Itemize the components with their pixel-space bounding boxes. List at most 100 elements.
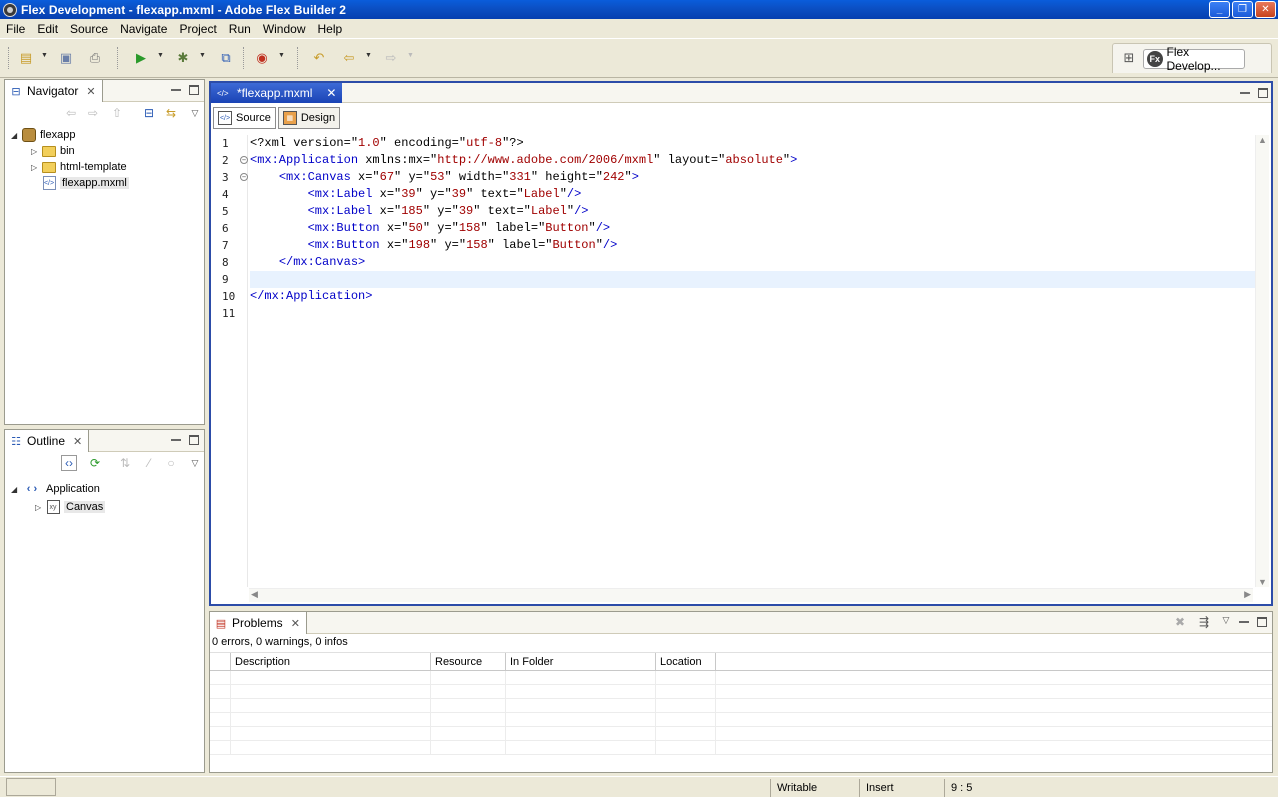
menu-navigate[interactable]: Navigate (114, 22, 173, 36)
code-lines[interactable]: <?xml version="1.0" encoding="utf-8"?> <m… (250, 135, 1255, 322)
view-menu-icon[interactable]: ▽ (187, 455, 203, 471)
menu-project[interactable]: Project (173, 22, 222, 36)
view-menu-icon[interactable]: ▽ (1218, 612, 1234, 628)
back-icon[interactable]: ⇦ (341, 50, 357, 66)
refresh-icon[interactable]: ⟳ (87, 455, 103, 471)
run-icon[interactable]: ▶ (133, 50, 149, 66)
collapse-all-icon[interactable]: ⊟ (141, 105, 157, 121)
sort-icon[interactable]: ⇅ (117, 455, 133, 471)
code-line[interactable]: <mx:Button x="50" y="158" label="Button"… (250, 220, 1255, 237)
outline-item-canvas[interactable]: ▷ xy Canvas (11, 498, 204, 516)
close-icon[interactable]: ✕ (291, 617, 300, 630)
run-dropdown-icon[interactable]: ▼ (157, 52, 164, 59)
code-editor[interactable]: 1 2− 3− 4 5 6 7 8 9 10 11 <?xml version=… (222, 135, 1255, 587)
column-in-folder[interactable]: In Folder (506, 653, 656, 670)
profile-icon[interactable]: ⧉ (218, 50, 234, 66)
link-with-editor-icon[interactable]: ⇆ (163, 105, 179, 121)
menu-edit[interactable]: Edit (31, 22, 64, 36)
code-line[interactable]: </mx:Canvas> (250, 254, 1255, 271)
scroll-right-icon[interactable]: ▶ (1244, 589, 1251, 600)
new-dropdown-icon[interactable]: ▼ (41, 52, 48, 59)
open-perspective-icon[interactable]: ⊞ (1121, 50, 1137, 66)
maximize-icon[interactable] (189, 435, 199, 445)
restore-button[interactable]: ❐ (1232, 1, 1253, 18)
up-icon[interactable]: ⇧ (109, 105, 125, 121)
table-cell (431, 741, 506, 754)
show-mxml-icon[interactable]: ‹› (61, 455, 77, 471)
collapsed-icon[interactable]: ▷ (31, 163, 41, 172)
tree-item-html-template[interactable]: ▷ html-template (11, 159, 204, 175)
close-button[interactable]: ✕ (1255, 1, 1276, 18)
column-location[interactable]: Location (656, 653, 716, 670)
back-icon[interactable]: ⇦ (63, 105, 79, 121)
external-tools-icon[interactable]: ◉ (254, 50, 270, 66)
fold-icon[interactable]: − (240, 173, 248, 181)
close-icon[interactable]: ✕ (326, 86, 336, 100)
expanded-icon[interactable]: ◢ (11, 131, 21, 140)
minimize-icon[interactable] (1240, 88, 1250, 94)
save-icon[interactable]: ▣ (58, 50, 74, 66)
menu-source[interactable]: Source (64, 22, 114, 36)
close-icon[interactable]: ✕ (73, 435, 82, 448)
new-icon[interactable]: ▤ (18, 50, 34, 66)
view-menu-icon[interactable]: ▽ (187, 105, 203, 121)
code-line[interactable]: <mx:Application xmlns:mx="http://www.ado… (250, 152, 1255, 169)
code-line[interactable]: <mx:Label x="39" y="39" text="Label"/> (250, 186, 1255, 203)
design-mode-button[interactable]: ▦ Design (277, 107, 341, 129)
menu-window[interactable]: Window (257, 22, 312, 36)
source-mode-button[interactable]: </> Source (213, 107, 276, 129)
collapsed-icon[interactable]: ▷ (31, 147, 41, 156)
minimize-icon[interactable] (171, 85, 181, 91)
tree-item-flexapp[interactable]: ◢ flexapp (11, 127, 204, 143)
minimize-button[interactable]: _ (1209, 1, 1230, 18)
back-dropdown-icon[interactable]: ▼ (365, 52, 372, 59)
close-icon[interactable]: ✕ (86, 85, 95, 98)
code-line[interactable]: <mx:Button x="198" y="158" label="Button… (250, 237, 1255, 254)
forward-icon[interactable]: ⇨ (85, 105, 101, 121)
outline-item-application[interactable]: ◢ ‹ › Application (11, 480, 204, 498)
menu-help[interactable]: Help (312, 22, 349, 36)
debug-dropdown-icon[interactable]: ▼ (199, 52, 206, 59)
maximize-icon[interactable] (1257, 617, 1267, 627)
vertical-scrollbar[interactable]: ▲ ▼ (1255, 135, 1269, 587)
column-description[interactable]: Description (231, 653, 431, 670)
perspective-label: Flex Develop... (1166, 45, 1221, 73)
fold-icon[interactable]: − (240, 156, 248, 164)
code-line[interactable]: ​ (250, 305, 1255, 322)
scroll-down-icon[interactable]: ▼ (1258, 577, 1267, 587)
tree-item-flexapp-mxml[interactable]: </> flexapp.mxml (11, 175, 204, 191)
tab-outline[interactable]: ☷ Outline ✕ (5, 430, 90, 452)
expanded-icon[interactable]: ◢ (11, 485, 21, 494)
minimize-icon[interactable] (1239, 617, 1249, 623)
scroll-up-icon[interactable]: ▲ (1258, 135, 1267, 145)
collapsed-icon[interactable]: ▷ (35, 503, 45, 512)
external-tools-dropdown-icon[interactable]: ▼ (278, 52, 285, 59)
debug-icon[interactable]: ✱ (175, 50, 191, 66)
forward-icon[interactable]: ⇨ (383, 50, 399, 66)
tab-problems[interactable]: ▤ Problems ✕ (210, 612, 307, 634)
tab-navigator[interactable]: ⊟ Navigator ✕ (5, 80, 103, 102)
maximize-icon[interactable] (189, 85, 199, 95)
scroll-left-icon[interactable]: ◀ (251, 589, 258, 600)
hide-static-icon[interactable]: ⁄ (141, 455, 157, 471)
maximize-icon[interactable] (1258, 88, 1268, 98)
code-line[interactable]: ​ (250, 271, 1255, 288)
print-icon[interactable]: ⎙ (87, 50, 103, 66)
code-line[interactable]: <mx:Label x="185" y="39" text="Label"/> (250, 203, 1255, 220)
menu-file[interactable]: File (0, 22, 31, 36)
tab-flexapp-mxml[interactable]: </> *flexapp.mxml ✕ (211, 83, 343, 103)
code-line[interactable]: </mx:Application> (250, 288, 1255, 305)
last-edit-icon[interactable]: ↶ (311, 50, 327, 66)
horizontal-scrollbar[interactable]: ◀ ▶ (249, 588, 1253, 602)
menu-run[interactable]: Run (223, 22, 257, 36)
code-line[interactable]: <mx:Canvas x="67" y="53" width="331" hei… (250, 169, 1255, 186)
tree-item-bin[interactable]: ▷ bin (11, 143, 204, 159)
code-line[interactable]: <?xml version="1.0" encoding="utf-8"?> (250, 135, 1255, 152)
delete-icon[interactable]: ✖ (1172, 614, 1188, 630)
minimize-icon[interactable] (171, 435, 181, 441)
forward-dropdown-icon[interactable]: ▼ (407, 52, 414, 59)
column-resource[interactable]: Resource (431, 653, 506, 670)
filter-icon[interactable]: ⇶ (1196, 614, 1212, 630)
flex-development-perspective-button[interactable]: Fx Flex Develop... (1143, 45, 1245, 73)
hide-nonpublic-icon[interactable]: ○ (163, 455, 179, 471)
